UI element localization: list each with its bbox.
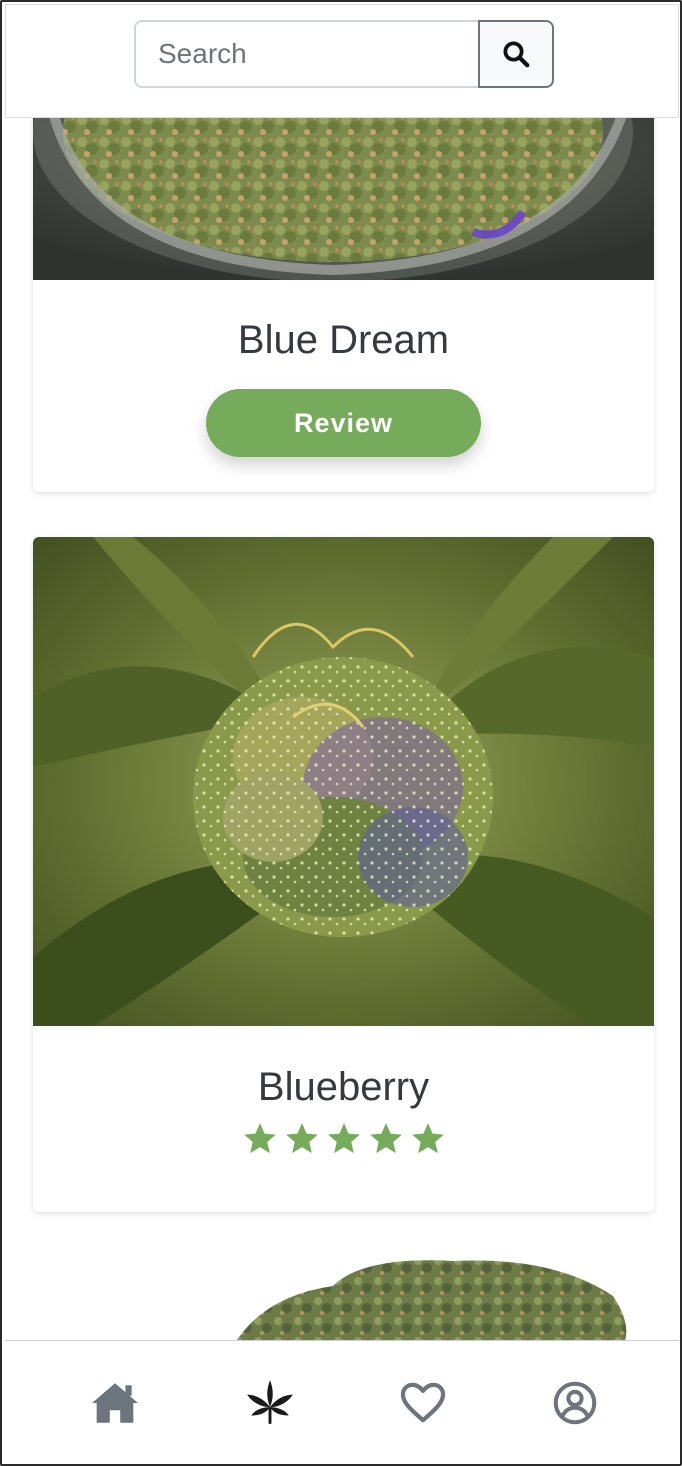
bottom-nav <box>5 1340 679 1464</box>
nav-favorites[interactable] <box>395 1375 451 1431</box>
strain-name: Blue Dream <box>237 318 450 362</box>
app-frame: Blue Dream Review Blueberry Search <box>0 0 682 1466</box>
nav-home[interactable] <box>87 1375 143 1431</box>
star-icon <box>243 1123 276 1154</box>
review-button[interactable]: Review <box>206 389 481 457</box>
strain-image <box>33 92 654 280</box>
strain-name: Blueberry <box>257 1065 430 1109</box>
nav-strains[interactable] <box>242 1375 298 1431</box>
strain-feed[interactable]: Blue Dream Review Blueberry <box>2 2 680 1464</box>
strain-card[interactable]: Blue Dream Review <box>33 92 654 492</box>
home-icon <box>92 1383 138 1423</box>
nav-profile[interactable] <box>547 1375 603 1431</box>
star-icon <box>411 1123 444 1154</box>
strain-card[interactable]: Blueberry <box>33 537 654 1212</box>
star-icon <box>285 1123 318 1154</box>
star-icon <box>369 1123 402 1154</box>
leaf-icon <box>247 1380 293 1424</box>
search-icon <box>503 41 530 68</box>
strain-image <box>33 1256 654 1346</box>
search-bar <box>5 4 679 118</box>
search-input[interactable] <box>134 20 480 88</box>
heart-icon <box>400 1382 446 1423</box>
user-icon <box>553 1381 597 1425</box>
strain-image <box>33 537 654 1026</box>
search-button[interactable] <box>478 20 554 88</box>
star-icon <box>327 1123 360 1154</box>
star-rating <box>33 1120 654 1158</box>
